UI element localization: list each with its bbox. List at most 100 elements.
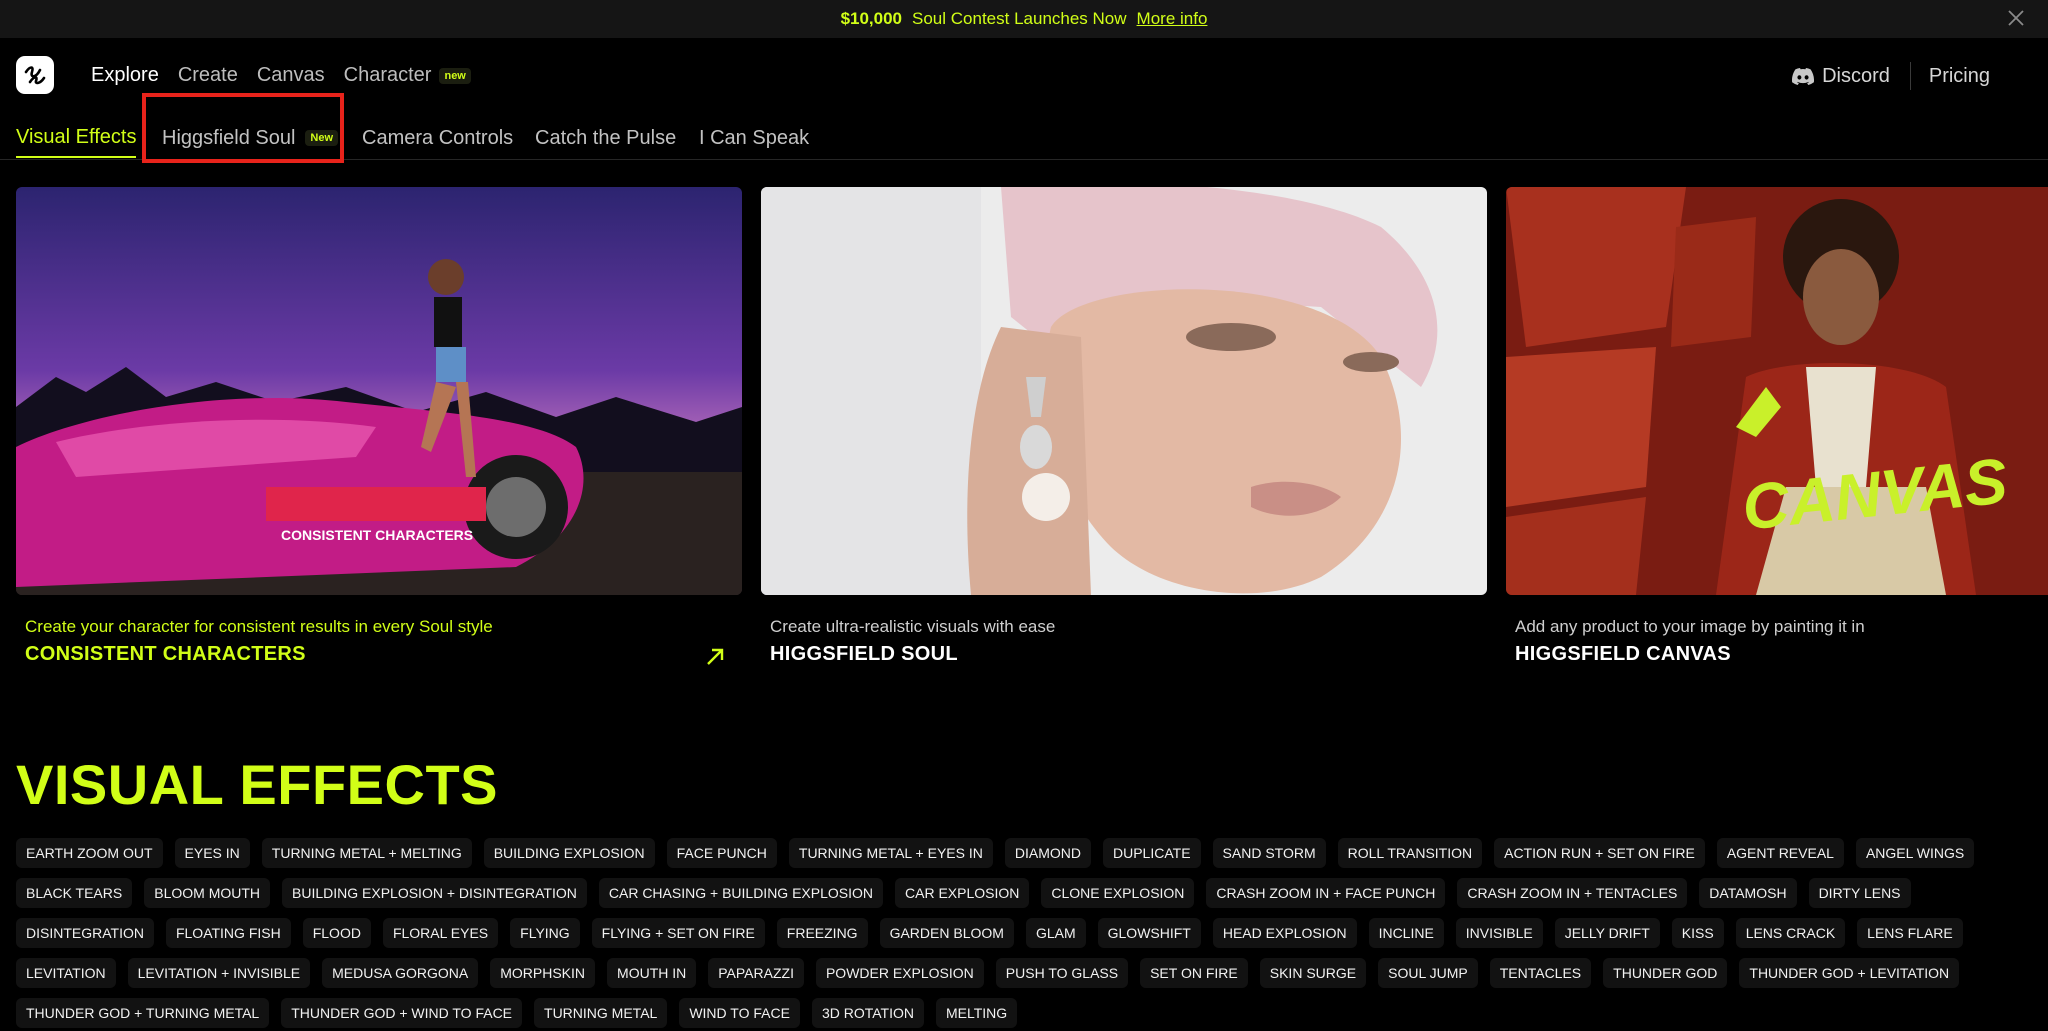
- effect-chip[interactable]: MOUTH IN: [607, 958, 697, 988]
- divider: [1909, 62, 1911, 90]
- effect-chip[interactable]: HEAD EXPLOSION: [1212, 918, 1357, 948]
- effect-chip[interactable]: TURNING METAL + EYES IN: [788, 838, 993, 868]
- more-info-link[interactable]: More info: [1137, 9, 1208, 29]
- nav-right: Discord Pricing: [1792, 62, 1990, 90]
- effect-chip[interactable]: PAPARAZZI: [708, 958, 804, 988]
- effect-chip[interactable]: FLORAL EYES: [382, 918, 499, 948]
- effect-chip[interactable]: MORPHSKIN: [490, 958, 596, 988]
- effect-chip[interactable]: LENS CRACK: [1735, 918, 1846, 948]
- effect-chip[interactable]: PUSH TO GLASS: [995, 958, 1129, 988]
- card-title: HIGGSFIELD CANVAS: [1515, 643, 1731, 665]
- effect-chip[interactable]: GLAM: [1025, 918, 1086, 948]
- effect-chip[interactable]: GLOWSHIFT: [1097, 918, 1201, 948]
- effect-chip[interactable]: THUNDER GOD + TURNING METAL: [16, 998, 270, 1028]
- effect-chip[interactable]: CRASH ZOOM IN + TENTACLES: [1457, 878, 1688, 908]
- effect-chip[interactable]: BUILDING EXPLOSION + DISINTEGRATION: [282, 878, 587, 908]
- effect-chip[interactable]: INCLINE: [1368, 918, 1444, 948]
- effect-chip[interactable]: MELTING: [935, 998, 1018, 1028]
- effect-chip[interactable]: FREEZING: [776, 918, 868, 948]
- card-higgsfield-canvas[interactable]: CANVAS Add any product to your image by …: [1506, 187, 2048, 666]
- effect-chip[interactable]: ROLL TRANSITION: [1337, 838, 1483, 868]
- effect-chip[interactable]: SAND STORM: [1212, 838, 1326, 868]
- effect-chip[interactable]: TURNING METAL + MELTING: [261, 838, 472, 868]
- effect-chip[interactable]: THUNDER GOD: [1603, 958, 1728, 988]
- tab-higgsfield-soul-label: Higgsfield Soul: [162, 126, 296, 149]
- effect-chip[interactable]: DIAMOND: [1004, 838, 1091, 868]
- tab-visual-effects[interactable]: Visual Effects: [16, 118, 137, 158]
- effect-chip[interactable]: CLONE EXPLOSION: [1041, 878, 1195, 908]
- effect-chip[interactable]: FLOATING FISH: [165, 918, 291, 948]
- tab-higgsfield-soul[interactable]: Higgsfield Soul New: [162, 118, 339, 158]
- new-badge: new: [439, 67, 471, 84]
- card-image: [761, 187, 1487, 595]
- logo-icon[interactable]: [16, 56, 54, 94]
- effect-chip[interactable]: CAR CHASING + BUILDING EXPLOSION: [598, 878, 883, 908]
- card-subtitle: Add any product to your image by paintin…: [1515, 617, 1865, 636]
- card-title: CONSISTENT CHARACTERS: [25, 643, 306, 665]
- nav-character[interactable]: Character new: [344, 64, 471, 87]
- effect-chip[interactable]: FLOOD: [302, 918, 371, 948]
- effect-chip[interactable]: KISS: [1671, 918, 1724, 948]
- effect-chip[interactable]: DATAMOSH: [1699, 878, 1797, 908]
- effect-chip[interactable]: LENS FLARE: [1857, 918, 1963, 948]
- effect-chip[interactable]: LEVITATION + INVISIBLE: [127, 958, 311, 988]
- discord-link[interactable]: Discord: [1792, 65, 1890, 88]
- effect-chip[interactable]: DIRTY LENS: [1808, 878, 1911, 908]
- tab-catch-the-pulse[interactable]: Catch the Pulse: [535, 118, 676, 158]
- main-menu: Explore Create Canvas Character new: [91, 64, 471, 87]
- effect-chip[interactable]: BLOOM MOUTH: [144, 878, 271, 908]
- nav-create[interactable]: Create: [178, 64, 238, 87]
- effect-chip[interactable]: FLYING + SET ON FIRE: [591, 918, 765, 948]
- card-overlay-text: CONSISTENT CHARACTERS: [281, 527, 474, 543]
- effect-chip[interactable]: AGENT REVEAL: [1716, 838, 1844, 868]
- effect-chip[interactable]: ANGEL WINGS: [1855, 838, 1975, 868]
- effect-chip[interactable]: SET ON FIRE: [1140, 958, 1248, 988]
- effect-chip[interactable]: THUNDER GOD + WIND TO FACE: [281, 998, 523, 1028]
- effect-chip[interactable]: EARTH ZOOM OUT: [16, 838, 163, 868]
- tab-camera-controls[interactable]: Camera Controls: [362, 118, 513, 158]
- effect-chip[interactable]: POWDER EXPLOSION: [815, 958, 984, 988]
- effect-chip[interactable]: DISINTEGRATION: [16, 918, 154, 948]
- card-subtitle: Create ultra-realistic visuals with ease: [770, 617, 1056, 636]
- effect-chip[interactable]: MEDUSA GORGONA: [322, 958, 479, 988]
- pricing-link[interactable]: Pricing: [1929, 65, 1990, 88]
- banner-amount: $10,000: [840, 9, 903, 28]
- effect-chip[interactable]: ACTION RUN + SET ON FIRE: [1494, 838, 1705, 868]
- top-nav: Explore Create Canvas Character new Disc…: [0, 38, 2048, 114]
- section-title: VISUAL EFFECTS: [16, 753, 499, 816]
- discord-label: Discord: [1822, 64, 1890, 87]
- nav-canvas[interactable]: Canvas: [257, 64, 325, 87]
- effect-chip[interactable]: CRASH ZOOM IN + FACE PUNCH: [1206, 878, 1446, 908]
- effect-chip[interactable]: WIND TO FACE: [679, 998, 800, 1028]
- close-icon[interactable]: [2006, 8, 2026, 28]
- new-badge: New: [305, 130, 339, 146]
- arrow-up-right-icon[interactable]: [704, 646, 726, 668]
- effect-chip[interactable]: TENTACLES: [1489, 958, 1592, 988]
- nav-explore[interactable]: Explore: [91, 64, 159, 87]
- effect-chip[interactable]: 3D ROTATION: [811, 998, 924, 1028]
- tab-i-can-speak[interactable]: I Can Speak: [699, 118, 809, 158]
- effect-chip[interactable]: EYES IN: [174, 838, 250, 868]
- effect-chip[interactable]: DUPLICATE: [1103, 838, 1201, 868]
- effect-chip[interactable]: BUILDING EXPLOSION: [483, 838, 655, 868]
- banner-message: Soul Contest Launches Now: [912, 9, 1127, 28]
- effect-chip[interactable]: BLACK TEARS: [16, 878, 133, 908]
- card-consistent-characters[interactable]: CONSISTENT CHARACTERS Create your charac…: [16, 187, 742, 666]
- card-image: CANVAS: [1506, 187, 2048, 595]
- effect-chip[interactable]: CAR EXPLOSION: [895, 878, 1030, 908]
- effect-chip[interactable]: JELLY DRIFT: [1554, 918, 1660, 948]
- effect-chip[interactable]: THUNDER GOD + LEVITATION: [1739, 958, 1960, 988]
- card-title: HIGGSFIELD SOUL: [770, 643, 958, 665]
- card-higgsfield-soul[interactable]: Create ultra-realistic visuals with ease…: [761, 187, 1487, 666]
- effect-chip[interactable]: SKIN SURGE: [1259, 958, 1367, 988]
- nav-character-label: Character: [343, 64, 432, 86]
- effect-chip[interactable]: SOUL JUMP: [1378, 958, 1478, 988]
- discord-icon: [1792, 67, 1815, 85]
- promo-banner: $10,000 Soul Contest Launches Now More i…: [0, 0, 2048, 38]
- effect-chip[interactable]: FACE PUNCH: [666, 838, 777, 868]
- effect-chip[interactable]: LEVITATION: [16, 958, 116, 988]
- effect-chip[interactable]: GARDEN BLOOM: [879, 918, 1014, 948]
- effect-chip[interactable]: TURNING METAL: [534, 998, 668, 1028]
- effect-chip[interactable]: INVISIBLE: [1455, 918, 1543, 948]
- effect-chip[interactable]: FLYING: [510, 918, 580, 948]
